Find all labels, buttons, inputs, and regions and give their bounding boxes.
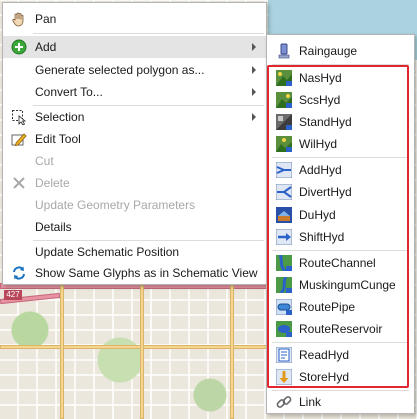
menu-item-cut[interactable]: Cut — [3, 150, 266, 172]
submenu-item-muskingumcunge[interactable]: MuskingumCunge — [267, 274, 414, 296]
nashyd-icon — [276, 70, 292, 86]
submenu-item-standhyd[interactable]: StandHyd — [267, 111, 414, 133]
submenu-item-label: RouteChannel — [299, 256, 376, 270]
menu-item-label: Selection — [35, 110, 85, 124]
submenu-item-label: RoutePipe — [299, 300, 356, 314]
submenu-arrow-icon — [252, 88, 256, 96]
submenu-item-shifthyd[interactable]: ShiftHyd — [267, 226, 414, 248]
menu-item-label: Update Schematic Position — [35, 245, 180, 259]
storehyd-icon — [275, 368, 293, 386]
standhyd-icon — [276, 114, 292, 130]
submenu-arrow-icon — [252, 113, 256, 121]
diverthyd-icon — [275, 183, 293, 201]
submenu-item-diverthyd[interactable]: DivertHyd — [267, 181, 414, 203]
routereservoir-icon — [276, 321, 292, 337]
menu-item-label: Update Geometry Parameters — [35, 198, 196, 212]
submenu-item-raingauge[interactable]: Raingauge — [267, 40, 414, 62]
submenu-item-label: Link — [299, 395, 322, 409]
addhyd-icon — [275, 161, 293, 179]
link-icon — [276, 394, 292, 410]
submenu-separator — [272, 342, 409, 343]
submenu-item-routereservoir[interactable]: RouteReservoir — [267, 318, 414, 340]
menu-item-edit-tool[interactable]: Edit Tool — [3, 128, 266, 150]
submenu-item-scshyd[interactable]: ScsHyd — [267, 89, 414, 111]
submenu-item-label: NasHyd — [299, 71, 342, 85]
submenu-item-label: DivertHyd — [299, 185, 352, 199]
submenu-item-addhyd[interactable]: AddHyd — [267, 159, 414, 181]
submenu-item-routepipe[interactable]: RoutePipe — [267, 296, 414, 318]
routepipe-icon — [275, 298, 293, 316]
hand-icon — [11, 11, 27, 27]
submenu-separator — [272, 64, 409, 65]
submenu-item-readhyd[interactable]: ReadHyd — [267, 344, 414, 366]
submenu-item-label: StandHyd — [299, 115, 352, 129]
duhyd-icon — [276, 207, 292, 223]
sync-icon — [11, 265, 27, 281]
menu-separator — [33, 33, 264, 34]
menu-item-label: Details — [35, 220, 72, 234]
add-submenu: Raingauge NasHyd ScsHyd StandHyd WilHyd … — [266, 34, 415, 414]
delete-icon — [11, 175, 27, 191]
submenu-item-label: MuskingumCunge — [299, 278, 396, 292]
major-road — [140, 285, 144, 419]
routechannel-icon — [276, 254, 292, 273]
submenu-item-link[interactable]: Link — [267, 391, 414, 413]
submenu-item-label: Raingauge — [299, 44, 358, 58]
menu-item-details[interactable]: Details — [3, 216, 266, 238]
raingauge-icon — [276, 43, 292, 59]
submenu-item-label: StoreHyd — [299, 370, 350, 384]
shifthyd-icon — [275, 228, 293, 246]
major-road — [60, 285, 64, 419]
route-shield: 427 — [4, 290, 22, 300]
submenu-separator — [272, 250, 409, 251]
submenu-separator — [272, 157, 409, 158]
submenu-item-wilhyd[interactable]: WilHyd — [267, 133, 414, 155]
menu-item-generate-polygon[interactable]: Generate selected polygon as... — [3, 59, 266, 81]
submenu-arrow-icon — [252, 43, 256, 51]
submenu-item-label: AddHyd — [299, 163, 342, 177]
selection-icon — [11, 109, 27, 125]
submenu-arrow-icon — [252, 66, 256, 74]
submenu-item-storehyd[interactable]: StoreHyd — [267, 366, 414, 388]
edit-tool-icon — [11, 131, 27, 147]
submenu-item-label: ReadHyd — [299, 348, 350, 362]
menu-item-label: Cut — [35, 154, 54, 168]
major-road — [230, 285, 234, 419]
menu-item-label: Add — [35, 40, 57, 54]
scshyd-icon — [276, 92, 292, 108]
context-menu: Pan Add Generate selected polygon as... … — [2, 2, 267, 285]
add-icon — [11, 39, 27, 55]
menu-item-pan[interactable]: Pan — [3, 8, 266, 30]
submenu-item-duhyd[interactable]: DuHyd — [267, 204, 414, 226]
menu-item-add[interactable]: Add — [3, 36, 266, 58]
menu-item-convert-to[interactable]: Convert To... — [3, 81, 266, 103]
menu-item-label: Show Same Glyphs as in Schematic View — [35, 266, 258, 280]
readhyd-icon — [275, 346, 293, 364]
submenu-item-label: WilHyd — [299, 137, 337, 151]
menu-item-show-same-glyphs[interactable]: Show Same Glyphs as in Schematic View — [3, 262, 266, 284]
menu-item-label: Delete — [35, 176, 70, 190]
menu-item-label: Convert To... — [35, 85, 103, 99]
menu-item-label: Pan — [35, 12, 57, 26]
menu-item-delete[interactable]: Delete — [3, 172, 266, 194]
submenu-item-nashyd[interactable]: NasHyd — [267, 67, 414, 89]
menu-item-selection[interactable]: Selection — [3, 106, 266, 128]
submenu-item-routechannel[interactable]: RouteChannel — [267, 252, 414, 274]
menu-item-label: Edit Tool — [35, 132, 81, 146]
wilhyd-icon — [276, 136, 292, 152]
menu-item-label: Generate selected polygon as... — [35, 63, 205, 77]
menu-item-update-schematic[interactable]: Update Schematic Position — [3, 241, 266, 263]
submenu-item-label: ShiftHyd — [299, 230, 345, 244]
menu-item-update-geometry[interactable]: Update Geometry Parameters — [3, 194, 266, 216]
submenu-item-label: ScsHyd — [299, 93, 341, 107]
submenu-item-label: RouteReservoir — [299, 322, 383, 336]
submenu-item-label: DuHyd — [299, 208, 336, 222]
muskingumcunge-icon — [276, 276, 292, 295]
